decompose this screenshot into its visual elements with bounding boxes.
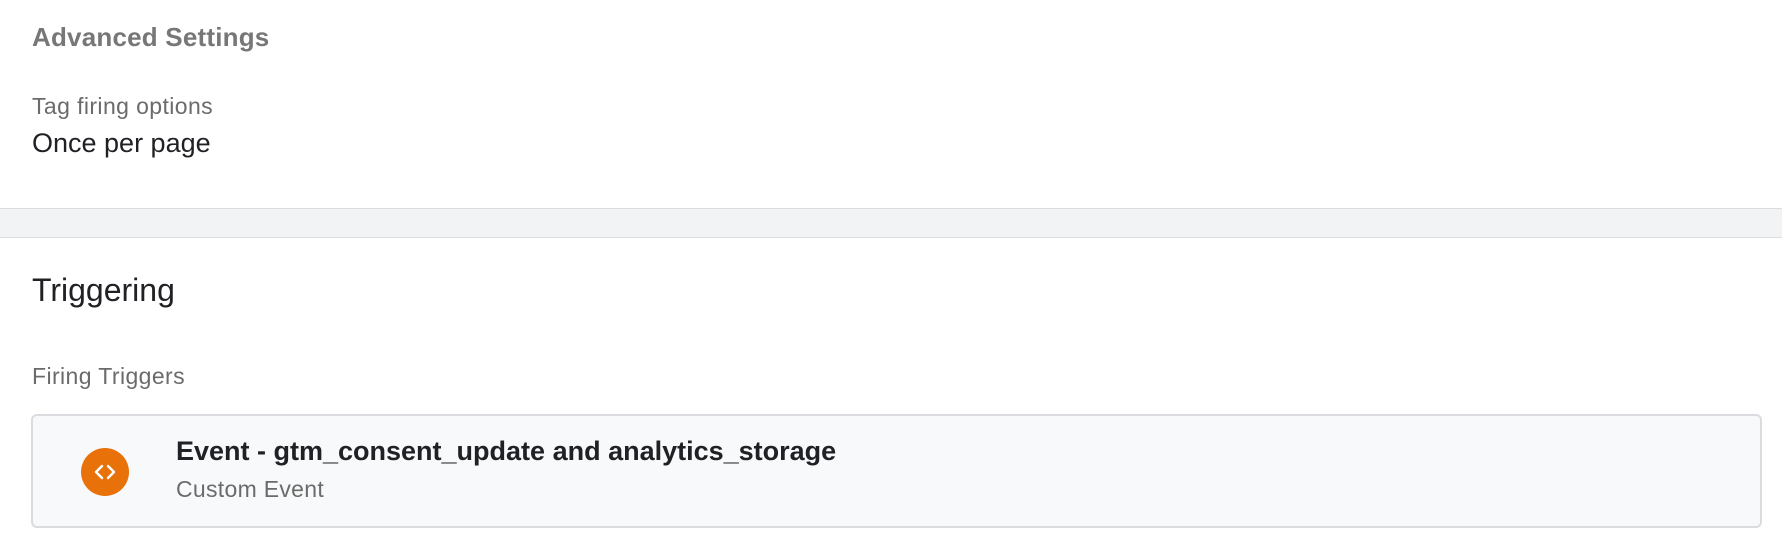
tag-firing-options-value: Once per page xyxy=(32,128,211,158)
firing-triggers-label: Firing Triggers xyxy=(32,363,185,389)
advanced-settings-section: Advanced Settings Tag firing options Onc… xyxy=(0,0,1782,208)
trigger-card[interactable]: Event - gtm_consent_update and analytics… xyxy=(31,414,1762,528)
tag-firing-options-label: Tag firing options xyxy=(32,93,214,119)
trigger-name: Event - gtm_consent_update and analytics… xyxy=(176,436,837,466)
advanced-settings-title: Advanced Settings xyxy=(32,22,270,52)
code-brackets-icon xyxy=(81,448,129,496)
triggering-title: Triggering xyxy=(32,272,175,308)
section-divider xyxy=(0,208,1782,238)
triggering-section: Triggering Firing Triggers Event - gtm_c… xyxy=(0,238,1782,554)
trigger-type: Custom Event xyxy=(176,476,325,502)
